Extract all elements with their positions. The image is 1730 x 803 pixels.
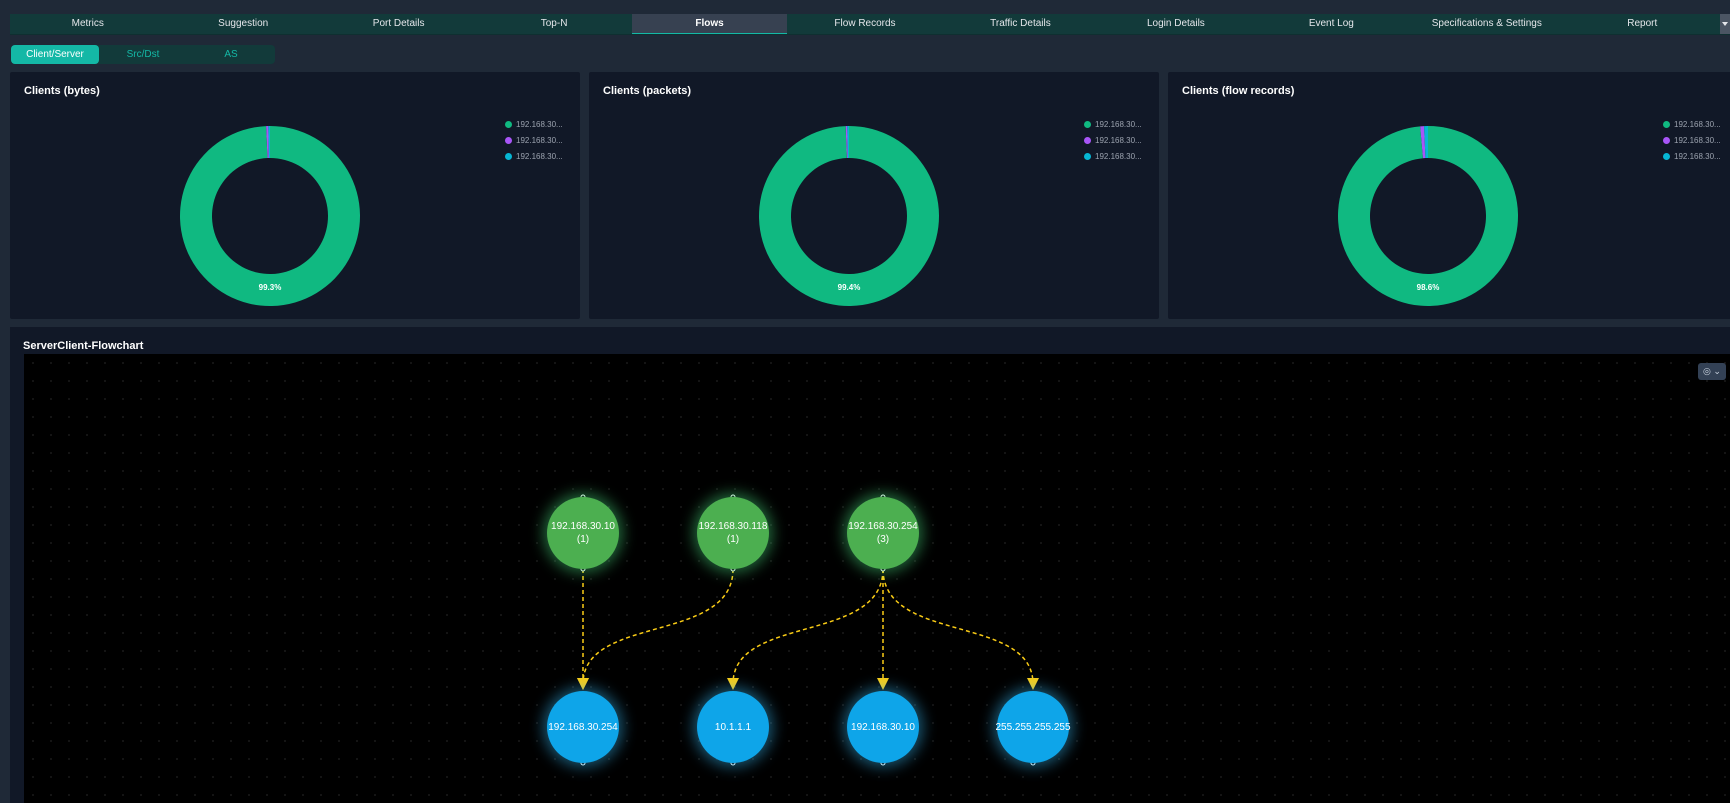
tab-flow-records[interactable]: Flow Records <box>787 14 942 34</box>
node-count: (3) <box>876 534 890 545</box>
legend-item[interactable]: 192.168.30... <box>1663 116 1721 132</box>
client-node[interactable]: 10.1.1.1 <box>697 691 769 763</box>
tab-specifications-settings[interactable]: Specifications & Settings <box>1409 14 1564 34</box>
node-ip: 192.168.30.118 <box>698 521 768 532</box>
legend-label: 192.168.30... <box>516 119 563 129</box>
legend-item[interactable]: 192.168.30... <box>1084 148 1142 164</box>
client-node[interactable]: 255.255.255.255 <box>995 691 1071 763</box>
slice-percentage-label: 99.4% <box>838 283 861 292</box>
panel-title: ServerClient-Flowchart <box>23 340 144 352</box>
server-node[interactable]: 192.168.30.10 (1) <box>547 497 619 569</box>
legend-swatch <box>505 120 512 128</box>
legend-item[interactable]: 192.168.30... <box>1084 116 1142 132</box>
legend-swatch <box>1663 120 1670 128</box>
donut-slice[interactable] <box>1338 126 1518 306</box>
tab-login-details[interactable]: Login Details <box>1098 14 1253 34</box>
server-node[interactable]: 192.168.30.118 (1) <box>697 497 769 569</box>
legend-item[interactable]: 192.168.30... <box>505 132 563 148</box>
client-node[interactable]: 192.168.30.254 <box>547 691 619 763</box>
tab-report[interactable]: Report <box>1565 14 1720 34</box>
donut-slice[interactable] <box>759 126 939 306</box>
legend-swatch <box>1084 120 1091 128</box>
legend-label: 192.168.30... <box>516 135 563 145</box>
legend-label: 192.168.30... <box>1095 119 1142 129</box>
server-client-flowchart-panel: ServerClient-Flowchart ◎ ⌄ 192.168.30.10… <box>10 327 1730 803</box>
clients-packets-panel: Clients (packets) 99.4% 192.168.30... 19… <box>589 72 1159 319</box>
tab-port-details[interactable]: Port Details <box>321 14 476 34</box>
legend-label: 192.168.30... <box>1095 151 1142 161</box>
top-strip <box>0 0 1730 14</box>
server-node[interactable]: 192.168.30.254 (3) <box>847 497 919 569</box>
subtab-as[interactable]: AS <box>187 45 275 64</box>
legend-item[interactable]: 192.168.30... <box>1084 132 1142 148</box>
flow-edge <box>882 568 1039 690</box>
tab-traffic-details[interactable]: Traffic Details <box>943 14 1098 34</box>
clients-flow-records-donut: 98.6% <box>1338 126 1518 306</box>
view-mode-switch: Client/Server Src/Dst AS <box>11 45 275 64</box>
chart-legend: 192.168.30... 192.168.30... 192.168.30..… <box>1084 116 1142 164</box>
tab-event-log[interactable]: Event Log <box>1254 14 1409 34</box>
clients-bytes-panel: Clients (bytes) 99.3% 192.168.30... 192.… <box>10 72 580 319</box>
donut-slice[interactable] <box>180 126 360 306</box>
clients-bytes-donut: 99.3% <box>180 126 360 306</box>
node-count: (1) <box>726 534 740 545</box>
legend-item[interactable]: 192.168.30... <box>505 148 563 164</box>
slice-percentage-label: 99.3% <box>259 283 282 292</box>
legend-label: 192.168.30... <box>1674 135 1721 145</box>
legend-label: 192.168.30... <box>1674 119 1721 129</box>
slice-percentage-label: 98.6% <box>1417 283 1440 292</box>
node-ip: 255.255.255.255 <box>995 721 1071 733</box>
legend-item[interactable]: 192.168.30... <box>505 116 563 132</box>
panel-title: Clients (packets) <box>603 85 692 97</box>
legend-swatch <box>1663 152 1670 160</box>
legend-label: 192.168.30... <box>1674 151 1721 161</box>
node-ip: 10.1.1.1 <box>714 721 752 733</box>
tab-metrics[interactable]: Metrics <box>10 14 165 34</box>
node-ip: 192.168.30.254 <box>548 721 618 733</box>
tab-flows[interactable]: Flows <box>631 14 788 34</box>
node-ip: 192.168.30.10 <box>851 721 915 733</box>
legend-label: 192.168.30... <box>516 151 563 161</box>
client-node[interactable]: 192.168.30.10 <box>847 691 919 763</box>
subtab-src-dst[interactable]: Src/Dst <box>99 45 187 64</box>
clients-flow-records-panel: Clients (flow records) 98.6% 192.168.30.… <box>1168 72 1730 319</box>
legend-swatch <box>1084 136 1091 144</box>
legend-item[interactable]: 192.168.30... <box>1663 132 1721 148</box>
legend-swatch <box>505 152 512 160</box>
legend-label: 192.168.30... <box>1095 135 1142 145</box>
subtab-client-server[interactable]: Client/Server <box>11 45 99 64</box>
flow-edge <box>727 568 884 690</box>
flow-edge <box>577 568 734 690</box>
node-ip: 192.168.30.254 <box>848 521 918 532</box>
more-tabs-dropdown-icon[interactable] <box>1719 14 1730 34</box>
tab-suggestion[interactable]: Suggestion <box>165 14 320 34</box>
legend-swatch <box>1084 152 1091 160</box>
panel-title: Clients (bytes) <box>24 85 100 97</box>
clients-packets-donut: 99.4% <box>759 126 939 306</box>
chart-legend: 192.168.30... 192.168.30... 192.168.30..… <box>505 116 563 164</box>
node-ip: 192.168.30.10 <box>551 521 615 532</box>
tab-top-n[interactable]: Top-N <box>476 14 631 34</box>
main-tab-bar: Metrics Suggestion Port Details Top-N Fl… <box>10 14 1730 35</box>
panel-title: Clients (flow records) <box>1182 85 1295 97</box>
flowchart-canvas[interactable]: ◎ ⌄ 192.168.30.10 (1) 192.168.30.118 (1)… <box>24 354 1730 803</box>
legend-item[interactable]: 192.168.30... <box>1663 148 1721 164</box>
legend-swatch <box>505 136 512 144</box>
legend-swatch <box>1663 136 1670 144</box>
node-count: (1) <box>576 534 590 545</box>
chart-legend: 192.168.30... 192.168.30... 192.168.30..… <box>1663 116 1721 164</box>
